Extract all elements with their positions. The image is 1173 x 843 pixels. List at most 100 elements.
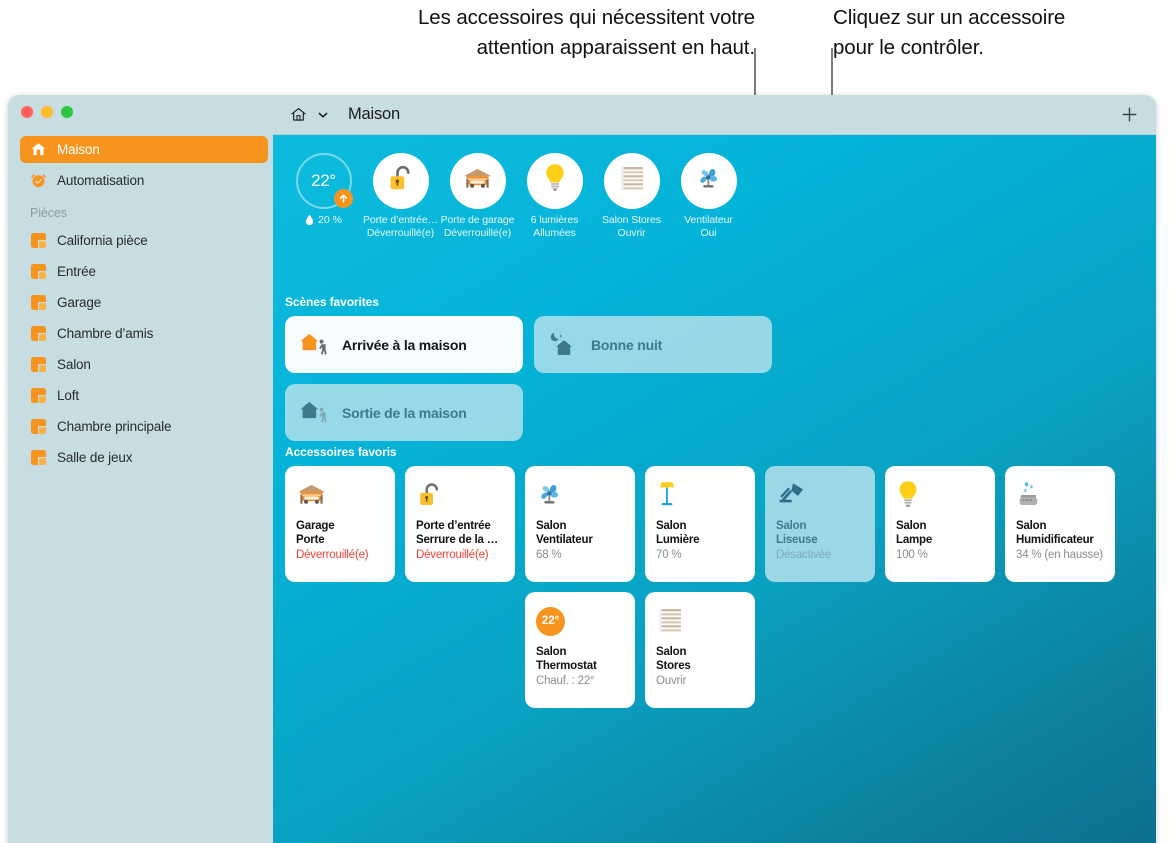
garage-door-icon bbox=[296, 477, 384, 513]
status-strip: 22° 20 % Porte d’entrée… Déverrouillé(e)… bbox=[285, 153, 747, 239]
floor-lamp-icon bbox=[656, 477, 744, 513]
temperature-ring: 22° bbox=[295, 153, 353, 209]
status-circle bbox=[372, 153, 429, 209]
accessory-name: Salon Lumière bbox=[656, 520, 700, 546]
scene-name: Bonne nuit bbox=[591, 336, 663, 353]
scenes-grid: Arrivée à la maison Bonne nuit Sortie de… bbox=[285, 316, 772, 441]
accessory-card-porte-entree-serrure[interactable]: Porte d’entrée Serrure de la … Déverroui… bbox=[405, 466, 515, 582]
main-area: Maison 22° 20 % Porte d’entrée… Déverrou… bbox=[273, 95, 1156, 843]
room-icon bbox=[29, 417, 48, 436]
accessory-state: Chauf. : 22° bbox=[536, 675, 595, 687]
status-caption: Ventilateur Oui bbox=[684, 214, 733, 239]
accessory-name: Salon Ventilateur bbox=[536, 520, 593, 546]
accessories-grid: Garage Porte Déverrouillé(e) Porte d’ent… bbox=[285, 466, 1156, 708]
accessory-card-salon-thermostat[interactable]: 22° Salon Thermostat Chauf. : 22° bbox=[525, 592, 635, 708]
sidebar-item-label: California pièce bbox=[57, 233, 148, 248]
status-circle bbox=[680, 153, 737, 209]
sidebar-item-entree[interactable]: Entrée bbox=[20, 258, 268, 285]
accessory-state: Désactivée bbox=[776, 549, 831, 561]
accessory-state: Ouvrir bbox=[656, 675, 687, 687]
sidebar-item-label: Salon bbox=[57, 357, 91, 372]
status-front-door-lock[interactable]: Porte d’entrée… Déverrouillé(e) bbox=[362, 153, 439, 239]
room-icon bbox=[29, 231, 48, 250]
scene-card-arrivee[interactable]: Arrivée à la maison bbox=[285, 316, 523, 373]
sidebar-item-garage[interactable]: Garage bbox=[20, 289, 268, 316]
status-caption: Porte d’entrée… Déverrouillé(e) bbox=[363, 214, 438, 239]
add-accessory-button[interactable] bbox=[1121, 106, 1138, 123]
accessory-state: 100 % bbox=[896, 549, 928, 561]
close-window-button[interactable] bbox=[21, 106, 33, 118]
accessory-state: 68 % bbox=[536, 549, 562, 561]
accessory-name: Salon Humidificateur bbox=[1016, 520, 1094, 546]
garage-door-icon bbox=[462, 166, 493, 197]
sidebar-item-label: Loft bbox=[57, 388, 79, 403]
status-garage-door[interactable]: Porte de garage Déverrouillé(e) bbox=[439, 153, 516, 239]
accessories-title: Accessoires favoris bbox=[285, 445, 397, 459]
lightbulb-icon bbox=[896, 477, 984, 513]
status-circle bbox=[526, 153, 583, 209]
accessory-card-salon-lumiere[interactable]: Salon Lumière 70 % bbox=[645, 466, 755, 582]
scene-card-sortie[interactable]: Sortie de la maison bbox=[285, 384, 523, 441]
humidity-row: 20 % bbox=[305, 214, 342, 226]
toolbar: Maison bbox=[273, 95, 1156, 135]
status-lights[interactable]: 6 lumières Allumées bbox=[516, 153, 593, 239]
window-traffic-lights[interactable] bbox=[21, 106, 73, 118]
accessory-card-garage-porte[interactable]: Garage Porte Déverrouillé(e) bbox=[285, 466, 395, 582]
sidebar-item-label: Chambre d’amis bbox=[57, 326, 154, 341]
sidebar-item-salle-de-jeux[interactable]: Salle de jeux bbox=[20, 444, 268, 471]
humidity-value: 20 % bbox=[318, 214, 342, 226]
scenes-section: Scènes favorites Arrivée à la maison Bon… bbox=[285, 295, 1145, 441]
accessory-card-salon-lampe[interactable]: Salon Lampe 100 % bbox=[885, 466, 995, 582]
sidebar: Maison Automatisation Pièces California … bbox=[8, 95, 273, 843]
lightbulb-icon bbox=[542, 162, 568, 200]
house-person-leave-icon bbox=[299, 398, 331, 428]
status-blinds[interactable]: Salon Stores Ouvrir bbox=[593, 153, 670, 239]
sidebar-item-chambre-damis[interactable]: Chambre d’amis bbox=[20, 320, 268, 347]
scene-name: Sortie de la maison bbox=[342, 404, 467, 421]
thermostat-badge-value: 22° bbox=[541, 615, 560, 627]
status-caption: Salon Stores Ouvrir bbox=[602, 214, 661, 239]
scene-name: Arrivée à la maison bbox=[342, 336, 467, 353]
accessory-state: 70 % bbox=[656, 549, 682, 561]
window-blinds-icon bbox=[618, 164, 646, 199]
home-app-window: Maison Automatisation Pièces California … bbox=[8, 95, 1156, 843]
sidebar-item-loft[interactable]: Loft bbox=[20, 382, 268, 409]
sidebar-item-maison[interactable]: Maison bbox=[20, 136, 268, 163]
home-outline-icon[interactable] bbox=[290, 106, 307, 123]
room-icon bbox=[29, 324, 48, 343]
chevron-down-icon[interactable] bbox=[317, 109, 329, 121]
accessory-card-salon-stores[interactable]: Salon Stores Ouvrir bbox=[645, 592, 755, 708]
sidebar-item-label: Chambre principale bbox=[57, 419, 172, 434]
sidebar-item-salon[interactable]: Salon bbox=[20, 351, 268, 378]
thermostat-icon: 22° bbox=[536, 603, 624, 639]
water-drop-icon bbox=[305, 214, 314, 226]
sidebar-item-label: Salle de jeux bbox=[57, 450, 133, 465]
sidebar-item-label: Maison bbox=[57, 142, 100, 157]
arrow-up-icon bbox=[333, 189, 353, 208]
status-climate[interactable]: 22° 20 % bbox=[285, 153, 362, 226]
scene-card-bonne-nuit[interactable]: Bonne nuit bbox=[534, 316, 772, 373]
sidebar-item-california-piece[interactable]: California pièce bbox=[20, 227, 268, 254]
room-icon bbox=[29, 293, 48, 312]
sidebar-section-rooms-header: Pièces bbox=[30, 206, 67, 220]
desk-lamp-icon bbox=[776, 477, 864, 513]
home-canvas: 22° 20 % Porte d’entrée… Déverrouillé(e)… bbox=[273, 135, 1156, 843]
sidebar-nav: Maison Automatisation Pièces California … bbox=[20, 136, 268, 475]
sidebar-item-label: Automatisation bbox=[57, 173, 145, 188]
accessory-card-salon-liseuse[interactable]: Salon Liseuse Désactivée bbox=[765, 466, 875, 582]
room-icon bbox=[29, 386, 48, 405]
screenshot-root: Les accessoires qui nécessitent votre at… bbox=[0, 0, 1173, 843]
accessory-name: Porte d’entrée Serrure de la … bbox=[416, 520, 499, 546]
minimize-window-button[interactable] bbox=[41, 106, 53, 118]
zoom-window-button[interactable] bbox=[61, 106, 73, 118]
sidebar-item-chambre-principale[interactable]: Chambre principale bbox=[20, 413, 268, 440]
padlock-unlocked-icon bbox=[416, 477, 504, 513]
humidifier-icon bbox=[1016, 477, 1104, 513]
accessory-card-salon-humidificateur[interactable]: Salon Humidificateur 34 % (en hausse) bbox=[1005, 466, 1115, 582]
sidebar-item-label: Garage bbox=[57, 295, 102, 310]
accessory-card-salon-ventilateur[interactable]: Salon Ventilateur 68 % bbox=[525, 466, 635, 582]
sidebar-item-automatisation[interactable]: Automatisation bbox=[20, 167, 268, 194]
accessory-state: Déverrouillé(e) bbox=[416, 549, 489, 561]
status-fan[interactable]: Ventilateur Oui bbox=[670, 153, 747, 239]
padlock-unlocked-icon bbox=[386, 163, 416, 200]
